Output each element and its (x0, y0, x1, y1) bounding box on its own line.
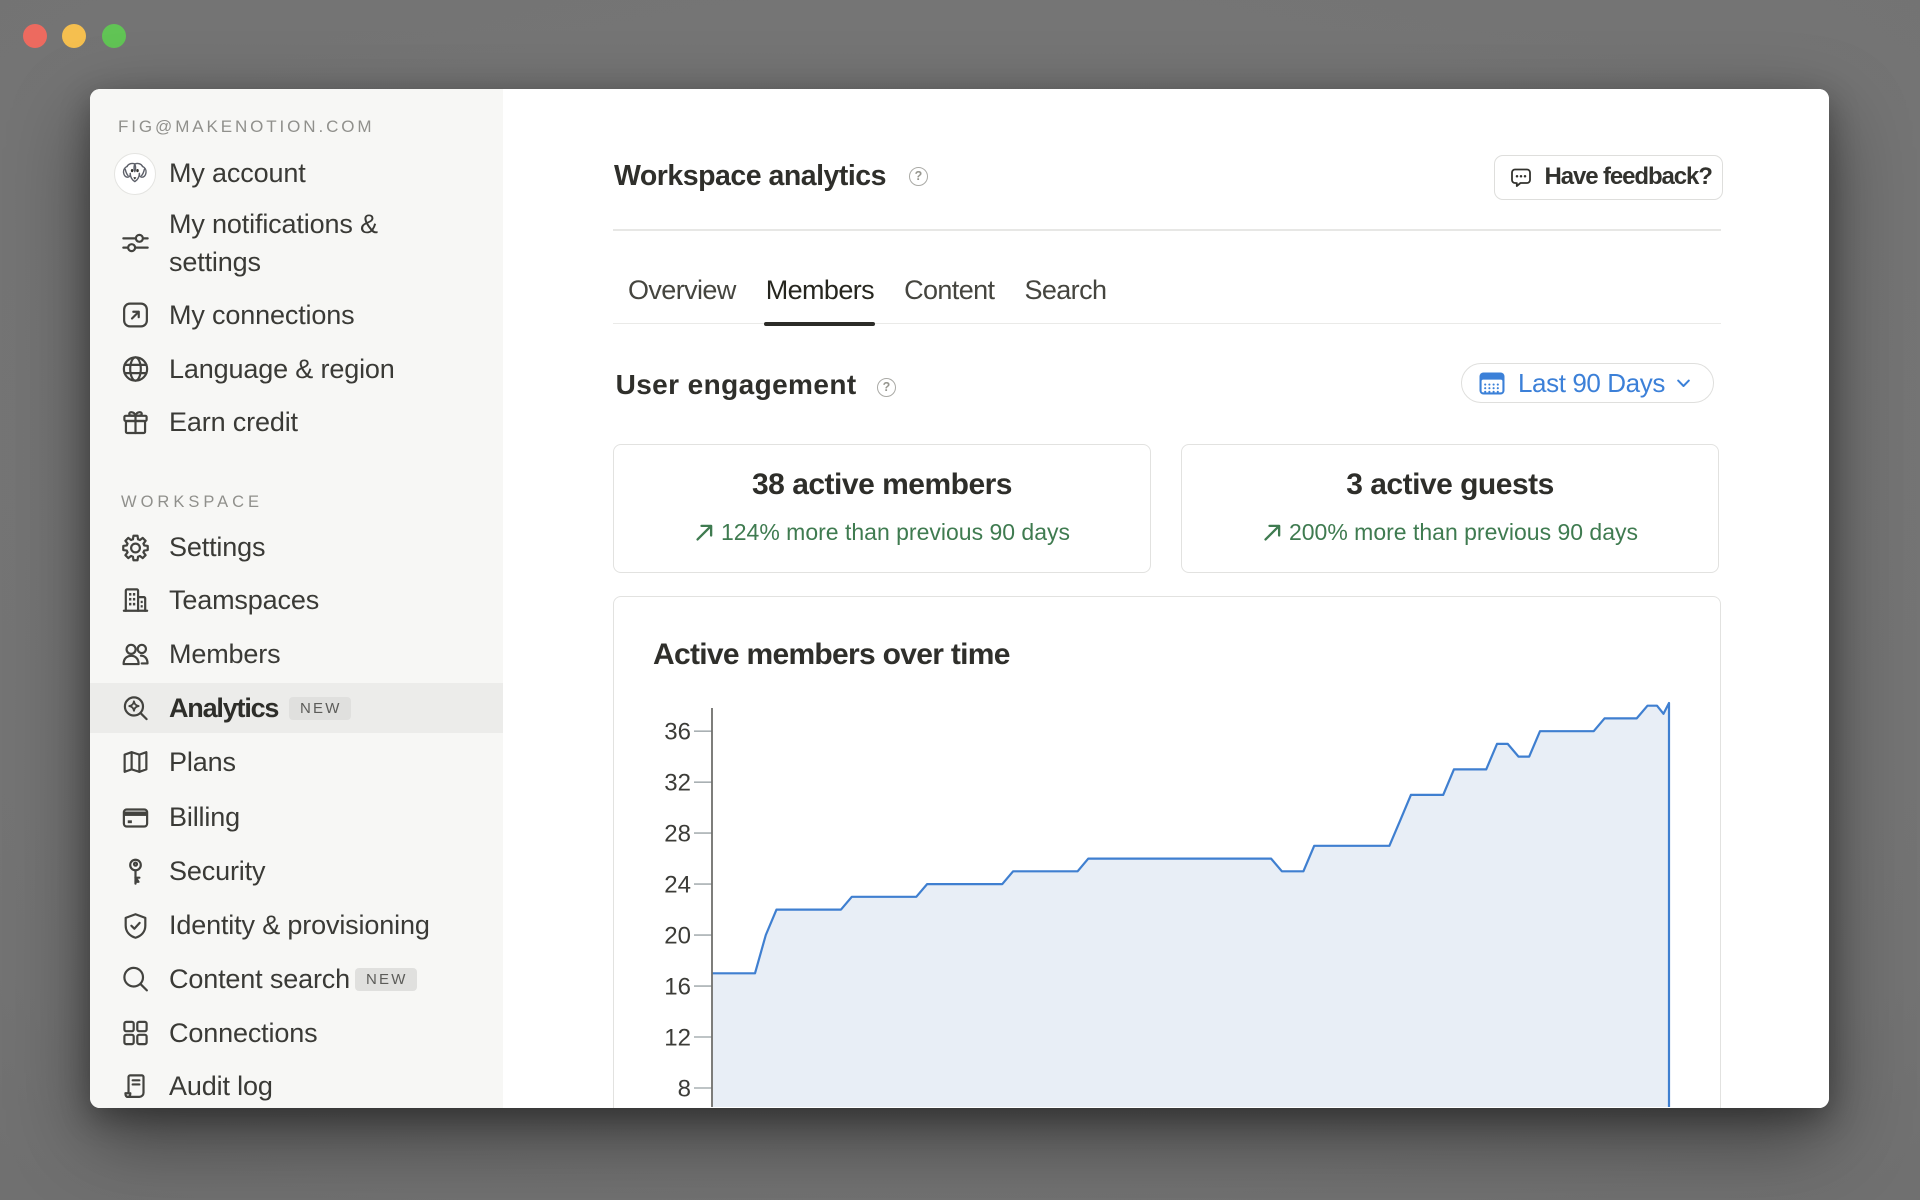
svg-text:8: 8 (678, 1076, 691, 1103)
svg-text:12: 12 (664, 1025, 691, 1052)
svg-text:28: 28 (664, 821, 691, 848)
svg-text:32: 32 (664, 770, 691, 797)
svg-text:36: 36 (664, 719, 691, 746)
svg-text:24: 24 (664, 872, 691, 899)
svg-text:20: 20 (664, 923, 691, 950)
svg-text:16: 16 (664, 974, 691, 1001)
